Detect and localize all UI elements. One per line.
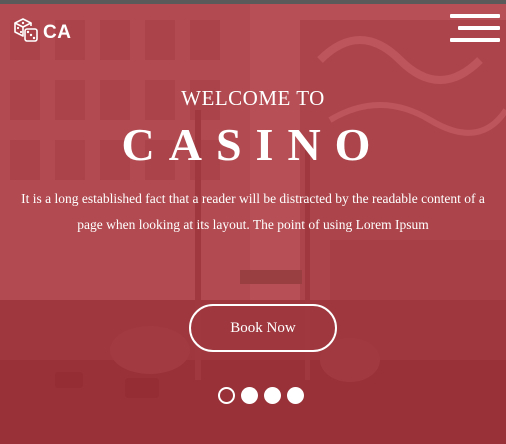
- carousel-dot-3[interactable]: [264, 387, 281, 404]
- hero-section: CA WELCOME TO CASINO It is a long establ…: [0, 0, 506, 444]
- carousel-dot-2[interactable]: [241, 387, 258, 404]
- top-border: [0, 0, 506, 4]
- menu-line-top: [450, 14, 500, 18]
- hamburger-menu-icon[interactable]: [450, 14, 500, 44]
- carousel-indicators: [218, 387, 304, 404]
- menu-line-middle: [458, 26, 500, 30]
- hero-description: It is a long established fact that a rea…: [21, 190, 485, 232]
- carousel-dot-4[interactable]: [287, 387, 304, 404]
- book-now-button[interactable]: Book Now: [189, 304, 337, 352]
- hero-title: CASINO: [121, 119, 385, 170]
- dice-icon: [13, 17, 40, 48]
- carousel-dot-1[interactable]: [218, 387, 235, 404]
- hero-content: WELCOME TO CASINO It is a long establish…: [0, 86, 506, 238]
- welcome-text: WELCOME TO: [181, 86, 325, 110]
- logo-text: CA: [43, 21, 72, 43]
- menu-line-bottom: [450, 38, 500, 42]
- brand-logo[interactable]: CA: [13, 17, 71, 48]
